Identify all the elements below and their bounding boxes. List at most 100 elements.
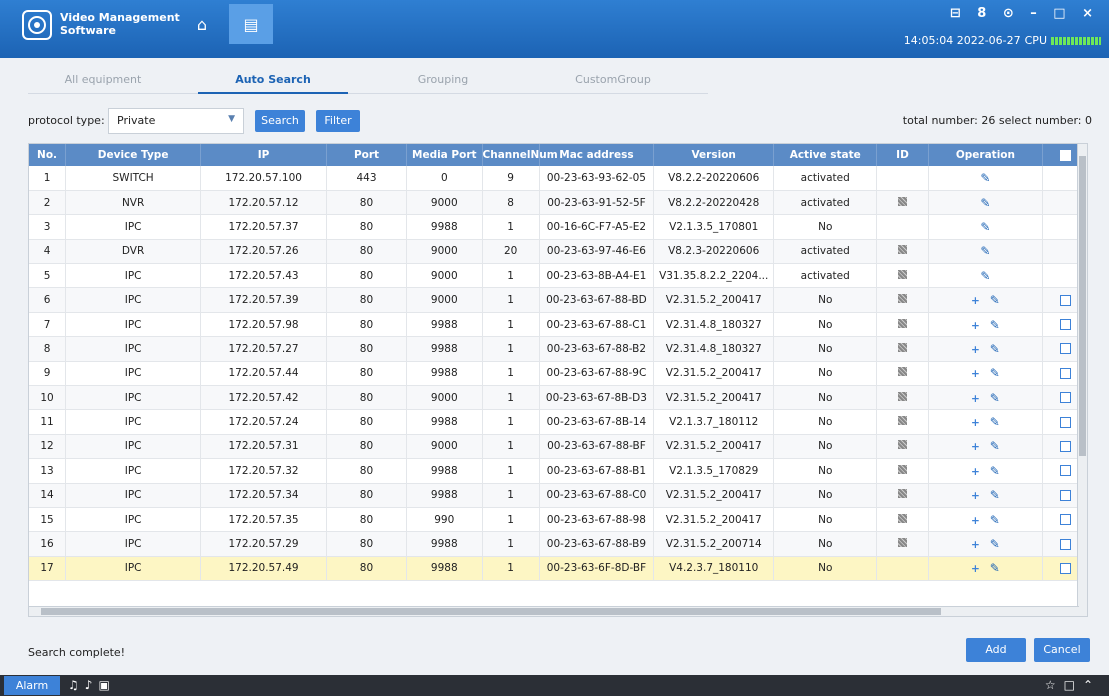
row-checkbox[interactable]	[1060, 319, 1072, 331]
table-row[interactable]: 15 IPC 172.20.57.35 80 990 1 00-23-63-67-88-98…	[29, 507, 1087, 533]
col-no[interactable]: No.	[29, 144, 67, 166]
add-device-icon[interactable]: +	[971, 417, 980, 429]
alarm-button[interactable]: Alarm	[4, 676, 60, 695]
add-device-icon[interactable]: +	[971, 320, 980, 332]
qr-code-icon[interactable]	[897, 464, 907, 474]
row-checkbox[interactable]	[1060, 465, 1072, 477]
col-ip[interactable]: IP	[200, 144, 327, 166]
col-media-port[interactable]: Media Port	[406, 144, 483, 166]
row-checkbox[interactable]	[1060, 440, 1072, 452]
col-id[interactable]: ID	[876, 144, 929, 166]
add-device-icon[interactable]: +	[971, 466, 980, 478]
table-row[interactable]: 14 IPC 172.20.57.34 80 9988 1 00-23-63-67-88-C…	[29, 483, 1087, 508]
col-active-state[interactable]: Active state	[773, 144, 878, 166]
pin-icon[interactable]: ☆	[1045, 678, 1064, 692]
filter-button[interactable]: Filter	[316, 110, 360, 132]
add-device-icon[interactable]: +	[971, 441, 980, 453]
row-checkbox[interactable]	[1060, 562, 1072, 574]
qr-code-icon[interactable]	[897, 245, 907, 255]
qr-code-icon[interactable]	[897, 196, 907, 206]
vertical-scrollbar[interactable]	[1077, 144, 1087, 616]
edit-icon[interactable]: ✎	[980, 171, 990, 185]
device-manager-icon[interactable]: ▤	[229, 4, 273, 44]
row-checkbox[interactable]	[1060, 489, 1072, 501]
table-row[interactable]: 2 NVR 172.20.57.12 80 9000 8 00-23-63-91-52-5F…	[29, 190, 1087, 216]
home-icon[interactable]: ⌂	[184, 9, 220, 39]
edit-icon[interactable]: ✎	[990, 488, 1000, 502]
edit-icon[interactable]: ✎	[990, 513, 1000, 527]
qr-code-icon[interactable]	[897, 513, 907, 523]
add-device-icon[interactable]: +	[971, 368, 980, 380]
table-row[interactable]: 12 IPC 172.20.57.31 80 9000 1 00-23-63-67-88-B…	[29, 434, 1087, 460]
edit-icon[interactable]: ✎	[990, 561, 1000, 575]
table-row[interactable]: 17 IPC 172.20.57.49 80 9988 1 00-23-63-6F-8D-B…	[29, 556, 1087, 582]
row-checkbox[interactable]	[1060, 514, 1072, 526]
add-device-icon[interactable]: +	[971, 539, 980, 551]
qr-code-icon[interactable]	[897, 367, 907, 377]
edit-icon[interactable]: ✎	[990, 366, 1000, 380]
search-button[interactable]: Search	[255, 110, 305, 132]
window-icon[interactable]: □	[1064, 678, 1083, 692]
qr-code-icon[interactable]	[897, 269, 907, 279]
edit-icon[interactable]: ✎	[980, 244, 990, 258]
qr-code-icon[interactable]	[897, 342, 907, 352]
add-device-icon[interactable]: +	[971, 295, 980, 307]
table-row[interactable]: 11 IPC 172.20.57.24 80 9988 1 00-23-63-67-8B-1…	[29, 409, 1087, 435]
table-row[interactable]: 13 IPC 172.20.57.32 80 9988 1 00-23-63-67-88-B…	[29, 458, 1087, 484]
row-checkbox[interactable]	[1060, 294, 1072, 306]
horizontal-scrollbar[interactable]	[29, 606, 1079, 616]
bell-icon[interactable]: ♫	[68, 678, 85, 692]
table-row[interactable]: 1 SWITCH 172.20.57.100 443 0 9 00-23-63-93-62-…	[29, 166, 1087, 191]
add-device-icon[interactable]: +	[971, 515, 980, 527]
add-button[interactable]: Add	[966, 638, 1026, 662]
row-checkbox[interactable]	[1060, 367, 1072, 379]
qr-code-icon[interactable]	[897, 489, 907, 499]
qr-code-icon[interactable]	[897, 318, 907, 328]
edit-icon[interactable]: ✎	[980, 269, 990, 283]
edit-icon[interactable]: ✎	[990, 537, 1000, 551]
col-port[interactable]: Port	[326, 144, 408, 166]
edit-icon[interactable]: ✎	[990, 439, 1000, 453]
qr-code-icon[interactable]	[897, 391, 907, 401]
col-channel-num[interactable]: ChannelNum	[482, 144, 558, 166]
edit-icon[interactable]: ✎	[990, 318, 1000, 332]
cancel-button[interactable]: Cancel	[1034, 638, 1090, 662]
col-version[interactable]: Version	[653, 144, 775, 166]
row-checkbox[interactable]	[1060, 538, 1072, 550]
edit-icon[interactable]: ✎	[990, 391, 1000, 405]
horizontal-scroll-thumb[interactable]	[41, 608, 941, 615]
collapse-icon[interactable]: ⌃	[1083, 678, 1101, 692]
qr-code-icon[interactable]	[897, 416, 907, 426]
edit-icon[interactable]: ✎	[990, 464, 1000, 478]
table-row[interactable]: 5 IPC 172.20.57.43 80 9000 1 00-23-63-8B-A4-E1…	[29, 263, 1087, 289]
table-row[interactable]: 16 IPC 172.20.57.29 80 9988 1 00-23-63-67-88-B…	[29, 531, 1087, 557]
table-row[interactable]: 6 IPC 172.20.57.39 80 9000 1 00-23-63-67-88-BD…	[29, 287, 1087, 313]
screen-icon[interactable]: ▣	[98, 678, 115, 692]
tab-custom-group[interactable]: CustomGroup	[538, 66, 688, 94]
qr-code-icon[interactable]	[897, 294, 907, 304]
window-controls[interactable]: ⊟ 8 ⊙ – □ ×	[950, 6, 1099, 21]
edit-icon[interactable]: ✎	[990, 293, 1000, 307]
table-row[interactable]: 4 DVR 172.20.57.26 80 9000 20 00-23-63-97-46-E…	[29, 239, 1087, 265]
table-row[interactable]: 7 IPC 172.20.57.98 80 9988 1 00-23-63-67-88-C1…	[29, 312, 1087, 338]
table-row[interactable]: 9 IPC 172.20.57.44 80 9988 1 00-23-63-67-88-9C…	[29, 361, 1087, 387]
qr-code-icon[interactable]	[897, 538, 907, 548]
tab-auto-search[interactable]: Auto Search	[198, 66, 348, 94]
add-device-icon[interactable]: +	[971, 490, 980, 502]
vertical-scroll-thumb[interactable]	[1079, 156, 1086, 456]
table-row[interactable]: 3 IPC 172.20.57.37 80 9988 1 00-16-6C-F7-A5-E2…	[29, 214, 1087, 240]
select-all-checkbox[interactable]	[1060, 149, 1072, 161]
table-row[interactable]: 8 IPC 172.20.57.27 80 9988 1 00-23-63-67-88-B2…	[29, 336, 1087, 362]
edit-icon[interactable]: ✎	[980, 220, 990, 234]
edit-icon[interactable]: ✎	[990, 342, 1000, 356]
add-device-icon[interactable]: +	[971, 563, 980, 575]
protocol-type-select[interactable]: Private ▼	[108, 108, 244, 134]
edit-icon[interactable]: ✎	[980, 196, 990, 210]
row-checkbox[interactable]	[1060, 392, 1072, 404]
col-device-type[interactable]: Device Type	[65, 144, 202, 166]
add-device-icon[interactable]: +	[971, 344, 980, 356]
edit-icon[interactable]: ✎	[990, 415, 1000, 429]
tab-all-equipment[interactable]: All equipment	[28, 66, 178, 94]
row-checkbox[interactable]	[1060, 343, 1072, 355]
mute-icon[interactable]: ♪	[85, 678, 99, 692]
